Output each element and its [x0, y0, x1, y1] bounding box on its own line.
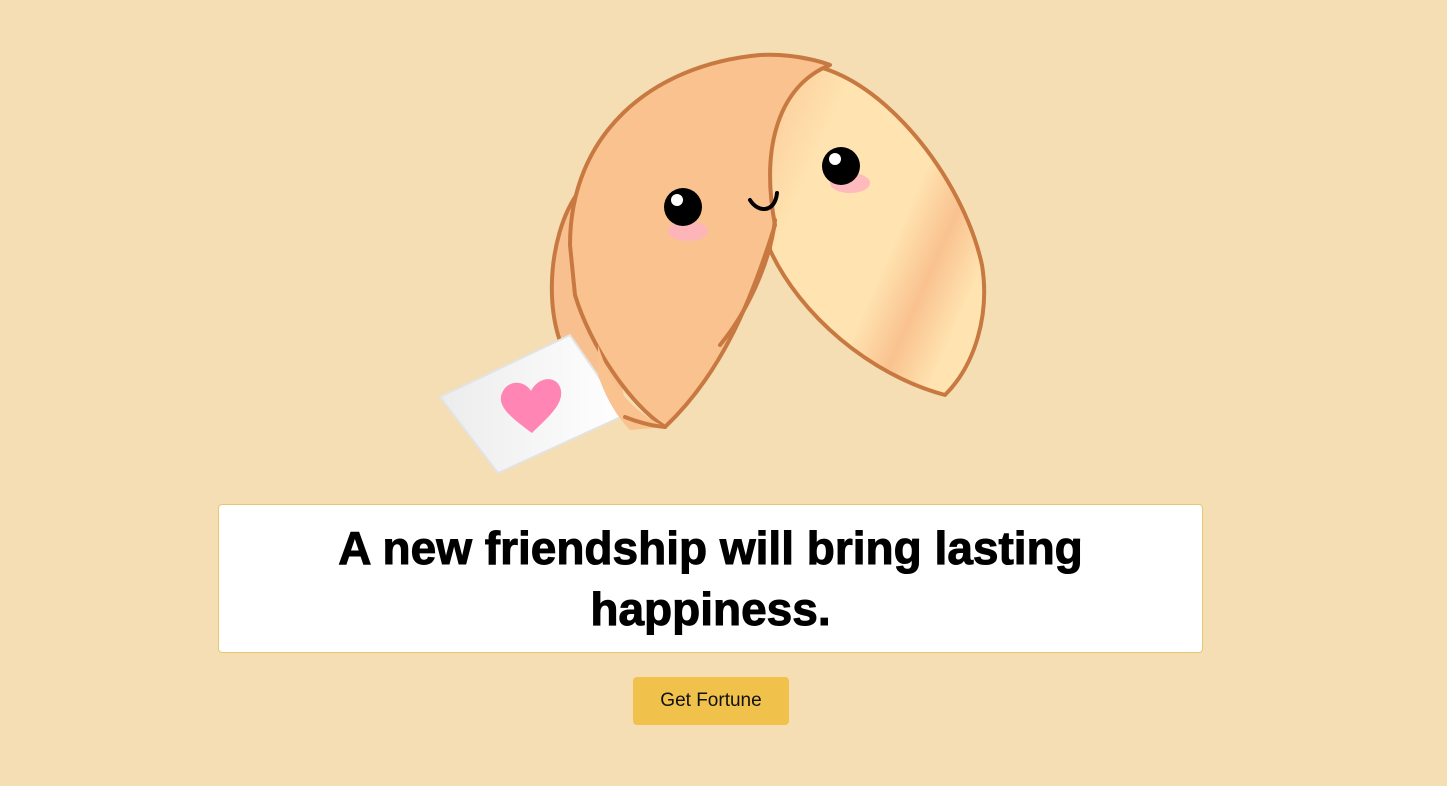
fortune-cookie-illustration: [430, 45, 1000, 485]
get-fortune-button[interactable]: Get Fortune: [633, 677, 789, 725]
fortune-text: A new friendship will bring lasting happ…: [338, 521, 1084, 635]
right-eye: [822, 147, 860, 185]
left-eye: [664, 188, 702, 226]
fortune-cookie-icon: [438, 52, 987, 475]
page: A new friendship will bring lasting happ…: [0, 0, 1447, 786]
fortune-box: A new friendship will bring lasting happ…: [218, 504, 1203, 653]
